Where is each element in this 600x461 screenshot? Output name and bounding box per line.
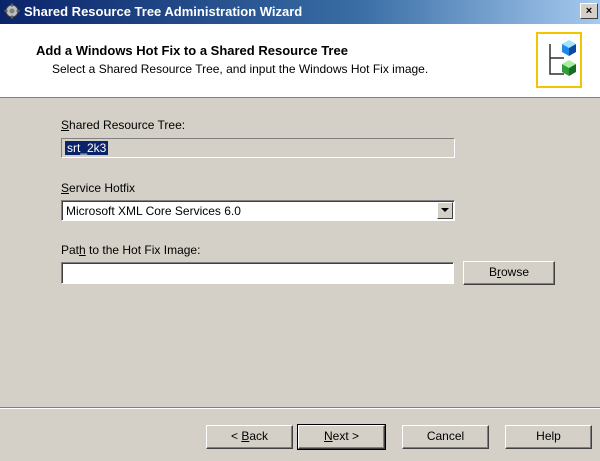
cancel-button[interactable]: Cancel (402, 425, 489, 449)
shared-resource-tree-icon (536, 32, 582, 88)
srt-field[interactable]: srt_2k3 (61, 138, 455, 158)
srt-value: srt_2k3 (65, 141, 109, 155)
hotfix-path-input[interactable] (61, 262, 454, 284)
title-bar[interactable]: Shared Resource Tree Administration Wiza… (0, 0, 600, 24)
wizard-header: Add a Windows Hot Fix to a Shared Resour… (0, 24, 600, 98)
wizard-window: Shared Resource Tree Administration Wiza… (0, 0, 600, 461)
path-label: Path to the Hot Fix Image: (61, 243, 201, 257)
gear-icon (4, 3, 20, 19)
srt-label: Shared Resource Tree: (61, 118, 186, 132)
window-title: Shared Resource Tree Administration Wiza… (24, 4, 303, 19)
page-title: Add a Windows Hot Fix to a Shared Resour… (36, 43, 348, 58)
footer-divider (0, 407, 600, 409)
help-button[interactable]: Help (505, 425, 592, 449)
browse-button[interactable]: Browse (463, 261, 555, 285)
service-hotfix-label: Service Hotfix (61, 181, 136, 195)
back-button[interactable]: < Back (206, 425, 293, 449)
close-button[interactable]: × (580, 3, 598, 19)
service-hotfix-selected: Microsoft XML Core Services 6.0 (66, 204, 241, 218)
chevron-down-icon (441, 208, 449, 212)
service-hotfix-dropdown[interactable]: Microsoft XML Core Services 6.0 (61, 200, 455, 221)
dropdown-arrow-button[interactable] (437, 202, 453, 219)
page-subtitle: Select a Shared Resource Tree, and input… (52, 62, 429, 76)
next-button[interactable]: Next > (297, 424, 386, 450)
